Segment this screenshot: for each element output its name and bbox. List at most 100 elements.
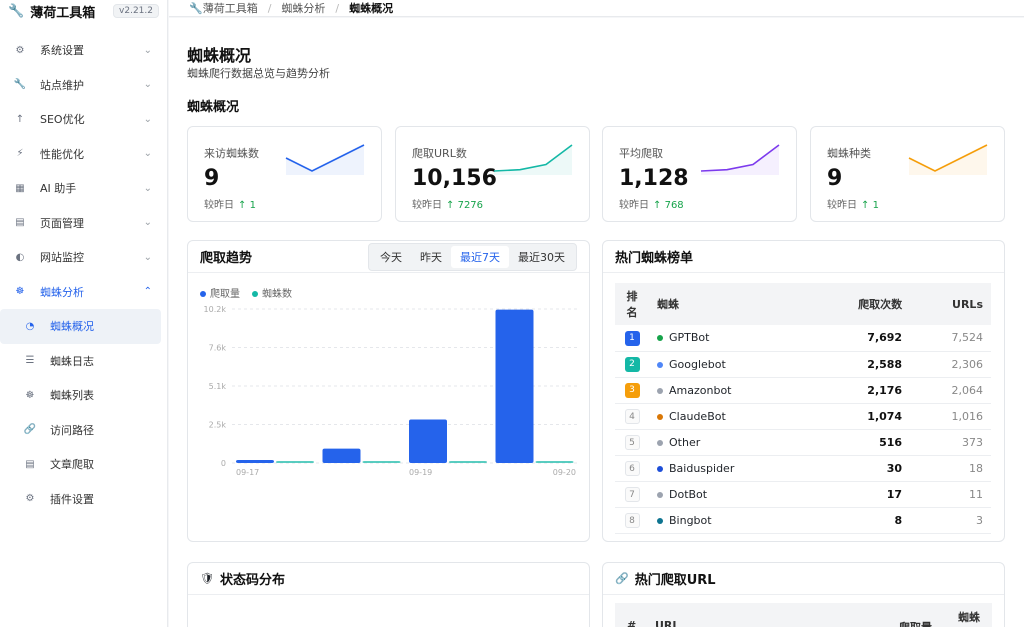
range-tabs: 今天 昨天 最近7天 最近30天 bbox=[368, 242, 577, 271]
rank-badge: 2 bbox=[624, 357, 640, 372]
sidebar-item-4[interactable]: ▦ AI 助手 ⌄ bbox=[0, 171, 168, 206]
link-icon: 🔗 bbox=[615, 572, 629, 585]
bug-icon: ☸ bbox=[25, 389, 35, 401]
sidebar: 🔧 薄荷工具箱 v2.21.2 ⚙ 系统设置 ⌄ 🔧 站点维护 ⌄ ↑ SEO优化 … bbox=[0, 0, 168, 627]
sidebar-item-5[interactable]: ▤ 页面管理 ⌄ bbox=[0, 206, 168, 241]
arrow-up-icon: ↑ bbox=[861, 200, 870, 211]
crawl-count: 2,176 bbox=[807, 377, 911, 404]
gear-icon: ⚙ bbox=[25, 493, 35, 505]
url-table-header: # URL 爬取量 蜘蛛 bbox=[615, 603, 992, 627]
breadcrumb-section[interactable]: 蜘蛛分析 bbox=[281, 0, 325, 16]
y-tick-label: 0 bbox=[221, 459, 226, 468]
bar-spiders[interactable] bbox=[362, 461, 401, 463]
bar-crawl[interactable] bbox=[409, 419, 447, 463]
col-url: URL bbox=[655, 619, 680, 627]
sparkline-area bbox=[286, 145, 364, 175]
hot-url-card: 🔗 热门爬取URL # URL 爬取量 蜘蛛 bbox=[602, 562, 1005, 627]
table-row[interactable]: 2 Googlebot 2,588 2,306 bbox=[615, 351, 991, 378]
stat-card: 爬取URL数 10,156 较昨日 ↑ 7276 bbox=[395, 126, 590, 222]
chevron-down-icon: ⌄ bbox=[143, 251, 152, 263]
bar-crawl[interactable] bbox=[495, 309, 534, 463]
range-tab-2[interactable]: 最近7天 bbox=[451, 245, 509, 268]
crawl-count: 1,074 bbox=[807, 403, 911, 430]
rank-badge: 1 bbox=[624, 330, 640, 346]
chevron-down-icon: ⌄ bbox=[143, 79, 152, 91]
sidebar-subitem-1[interactable]: ☰ 蜘蛛日志 bbox=[0, 344, 168, 379]
sidebar-subitem-label: 蜘蛛列表 bbox=[50, 389, 94, 403]
bar-spiders[interactable] bbox=[449, 461, 487, 463]
spider-dot bbox=[657, 413, 663, 420]
bar-crawl[interactable] bbox=[236, 459, 274, 463]
table-row[interactable]: 8 Bingbot 8 3 bbox=[615, 507, 991, 534]
y-tick-label: 2.5k bbox=[209, 421, 227, 430]
range-tab-3[interactable]: 最近30天 bbox=[509, 246, 574, 268]
table-row[interactable]: 3 Amazonbot 2,176 2,064 bbox=[615, 377, 991, 404]
wrench-icon: 🔧 bbox=[13, 79, 27, 91]
table-row[interactable]: 5 Other 516 373 bbox=[615, 429, 991, 456]
bar-spiders[interactable] bbox=[276, 461, 314, 463]
section-title: 蜘蛛概况 bbox=[187, 100, 240, 115]
table-row[interactable]: 4 ClaudeBot 1,074 1,016 bbox=[615, 403, 991, 430]
chevron-down-icon: ⌄ bbox=[143, 217, 152, 229]
legend-item[interactable]: 蜘蛛数 bbox=[252, 285, 292, 300]
sidebar-item-label: SEO优化 bbox=[40, 113, 85, 127]
spider-name: Googlebot bbox=[669, 357, 726, 371]
legend-item[interactable]: 爬取量 bbox=[200, 285, 240, 300]
y-tick-label: 10.2k bbox=[204, 305, 227, 314]
table-row[interactable]: 6 Baiduspider 30 18 bbox=[615, 455, 991, 482]
monitor-icon: ◐ bbox=[15, 251, 25, 263]
table-row[interactable]: 7 DotBot 17 11 bbox=[615, 481, 991, 508]
document-icon: ▤ bbox=[25, 458, 35, 470]
stat-label: 蜘蛛种类 bbox=[827, 147, 871, 160]
sidebar-item-7[interactable]: ☸ 蜘蛛分析 ⌃ bbox=[0, 275, 168, 310]
sidebar-item-1[interactable]: 🔧 站点维护 ⌄ bbox=[0, 68, 168, 103]
col-crawl: 爬取量 bbox=[899, 619, 932, 627]
list-icon: ☰ bbox=[25, 355, 35, 367]
spider-name: GPTBot bbox=[669, 331, 710, 345]
bar-spiders[interactable] bbox=[535, 461, 574, 463]
brand: 🔧 薄荷工具箱 v2.21.2 bbox=[0, 0, 167, 22]
bar-crawl[interactable] bbox=[322, 448, 361, 463]
url-count: 373 bbox=[910, 429, 991, 456]
col-spider: 蜘蛛 bbox=[958, 611, 980, 624]
sidebar-item-3[interactable]: ⚡ 性能优化 ⌄ bbox=[0, 137, 168, 172]
sidebar-subitem-5[interactable]: ⚙ 插件设置 bbox=[0, 482, 168, 517]
sidebar-item-0[interactable]: ⚙ 系统设置 ⌄ bbox=[0, 33, 168, 68]
wrench-icon: 🔧 bbox=[8, 3, 25, 19]
shield-icon: 🛡 bbox=[200, 572, 214, 585]
chevron-down-icon: ⌄ bbox=[143, 148, 152, 160]
breadcrumb-home[interactable]: 🔧薄荷工具箱 bbox=[189, 0, 258, 16]
sidebar-item-label: 蜘蛛分析 bbox=[40, 285, 84, 299]
status-card-header: 🛡 状态码分布 bbox=[188, 563, 589, 595]
sidebar-item-2[interactable]: ↑ SEO优化 ⌄ bbox=[0, 102, 168, 137]
spider-dot bbox=[657, 439, 663, 446]
stat-label: 来访蜘蛛数 bbox=[204, 147, 259, 160]
url-count: 2,064 bbox=[910, 377, 991, 404]
range-tab-1[interactable]: 昨天 bbox=[411, 246, 451, 268]
rank-badge: 6 bbox=[624, 460, 640, 476]
chart-legend: 爬取量 蜘蛛数 bbox=[200, 285, 292, 300]
dashboard-icon: ◔ bbox=[25, 320, 35, 332]
trend-card: 爬取趋势 今天 昨天 最近7天 最近30天 爬取量 蜘蛛数 0 2.5k 5.1k 7.6k 1… bbox=[187, 240, 590, 542]
arrow-up-icon: ↑ bbox=[15, 113, 25, 125]
main-content: 蜘蛛概况 蜘蛛爬行数据总览与趋势分析 蜘蛛概况 来访蜘蛛数 9 较昨日 ↑ 1 爬取… bbox=[169, 18, 1024, 627]
sidebar-subitem-2[interactable]: ☸ 蜘蛛列表 bbox=[0, 378, 168, 413]
table-row[interactable]: 1 GPTBot 7,692 7,524 bbox=[615, 325, 991, 352]
stat-value: 1,128 bbox=[619, 166, 689, 191]
stat-value: 9 bbox=[204, 166, 220, 191]
rank-badge: 3 bbox=[624, 383, 640, 398]
legend-dot bbox=[200, 291, 206, 297]
chevron-up-icon: ⌃ bbox=[143, 286, 152, 298]
sidebar-subitem-0[interactable]: ◔ 蜘蛛概况 bbox=[0, 309, 161, 344]
stat-delta: 较昨日 ↑ 7276 bbox=[412, 200, 484, 211]
sidebar-subitem-4[interactable]: ▤ 文章爬取 bbox=[0, 447, 168, 482]
chevron-down-icon: ⌄ bbox=[143, 113, 152, 125]
spider-name: Other bbox=[669, 435, 701, 449]
sidebar-subitem-3[interactable]: 🔗 访问路径 bbox=[0, 413, 168, 448]
range-tab-0[interactable]: 今天 bbox=[371, 246, 411, 268]
stat-value: 10,156 bbox=[412, 166, 497, 191]
status-card-title: 状态码分布 bbox=[219, 573, 285, 588]
sidebar-item-6[interactable]: ◐ 网站监控 ⌄ bbox=[0, 240, 168, 275]
sidebar-subitem-label: 文章爬取 bbox=[50, 458, 94, 472]
spider-name: Bingbot bbox=[669, 513, 712, 527]
